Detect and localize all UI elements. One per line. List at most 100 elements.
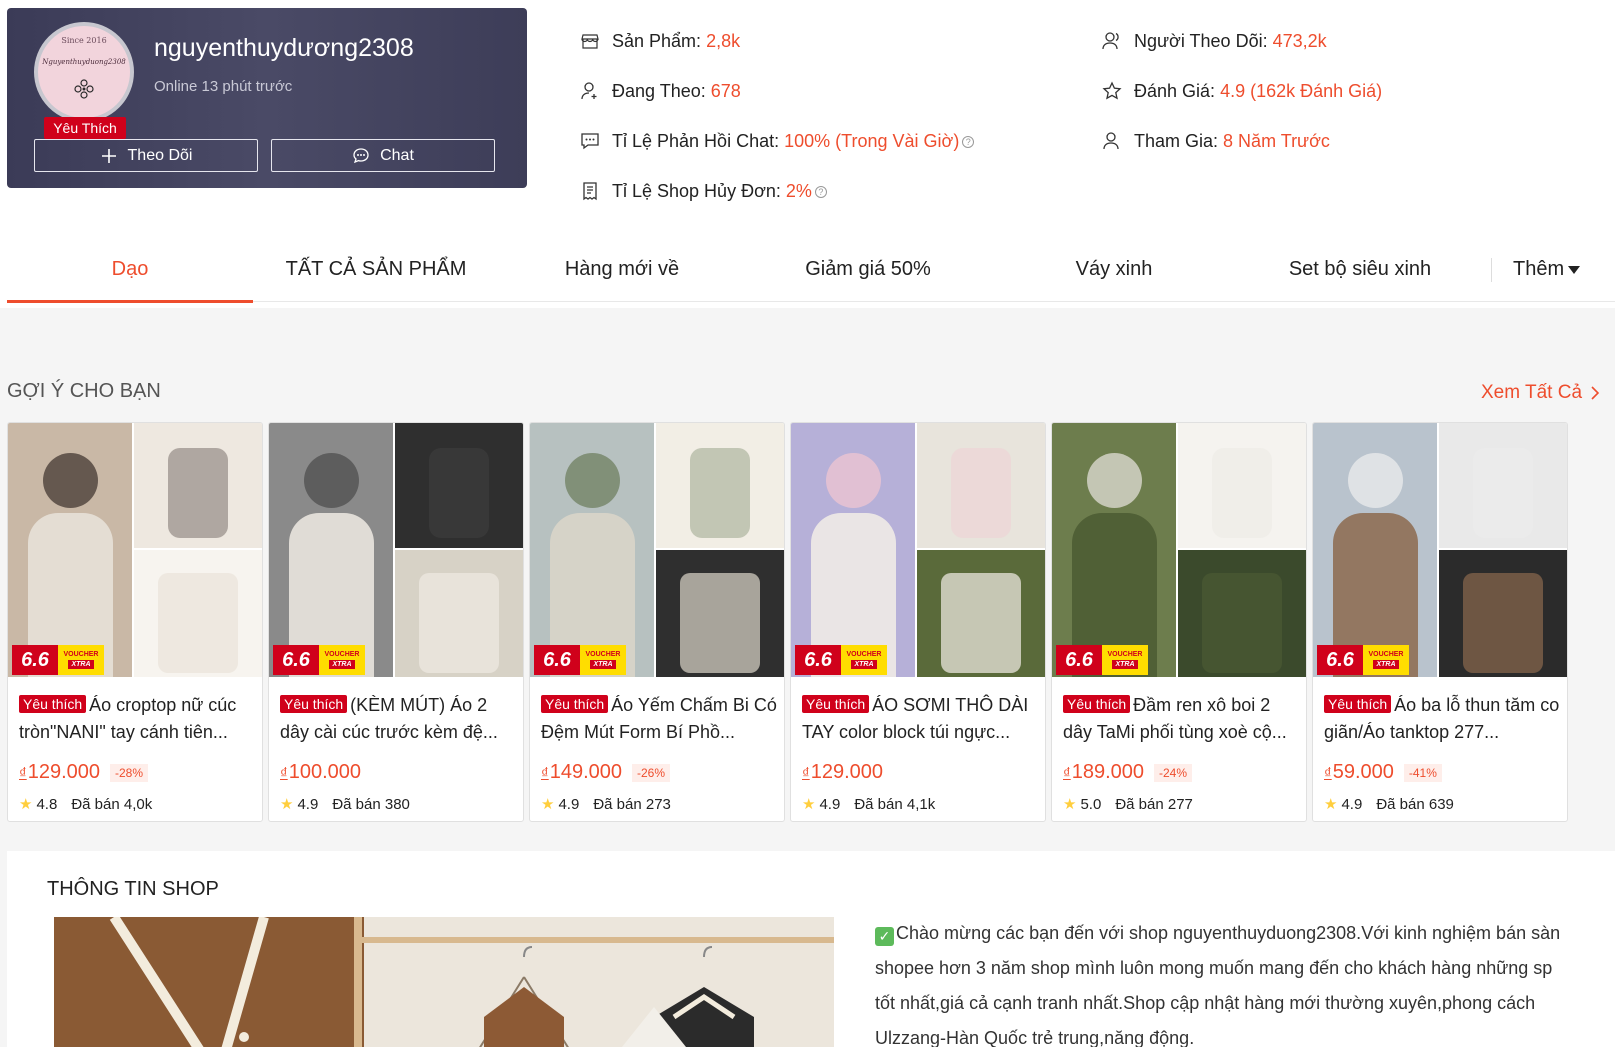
favorite-tag: Yêu thích [280, 695, 348, 713]
product-card[interactable]: 6.6 VOUCHER XTRA Yêu thích Áo croptop nữ … [7, 422, 263, 822]
stat-products-label: Sản Phẩm: [612, 30, 702, 51]
tab-more-label: Thêm [1513, 257, 1565, 280]
product-title: Yêu thích Áo Yếm Chấm Bi Có Đệm Mút Form … [541, 691, 777, 745]
shop-online-status: Online 13 phút trước [154, 78, 293, 95]
xtra-label: XTRA [1373, 660, 1399, 669]
price-value: 100.000 [288, 761, 361, 783]
promo-badge: 6.6 VOUCHER XTRA [534, 645, 626, 675]
voucher-xtra-badge: VOUCHER XTRA [580, 645, 626, 675]
price-value: 189.000 [1071, 761, 1144, 783]
discount-badge: -41% [1403, 763, 1442, 782]
follow-button[interactable]: Theo Dõi [34, 139, 258, 172]
tab-explore[interactable]: Dạo [7, 236, 253, 303]
plus-icon [101, 148, 116, 163]
avatar-name-text: Nguyenthuyduong2308 [42, 58, 126, 66]
promo-badge: 6.6 VOUCHER XTRA [12, 645, 104, 675]
chevron-right-icon [1591, 386, 1600, 400]
help-icon[interactable]: ? [814, 185, 827, 198]
product-title: Yêu thích ÁO SƠMI THÔ DÀI TAY color block… [802, 691, 1038, 745]
tab-all-products[interactable]: TẤT CẢ SẢN PHẨM [253, 236, 499, 302]
sold-prefix: Đã bán [332, 795, 381, 813]
sold-count: 4,1k [906, 795, 936, 813]
price-value: 59.000 [1332, 761, 1394, 783]
stat-followers-label: Người Theo Dõi: [1134, 30, 1268, 51]
stat-cancel-rate-label: Tỉ Lệ Shop Hủy Đơn: [612, 180, 781, 201]
shop-tabs: Dạo TẤT CẢ SẢN PHẨM Hàng mới về Giảm giá… [7, 236, 1615, 303]
chat-dots-icon [578, 129, 602, 153]
star-icon: ★ [541, 796, 555, 813]
product-sold: Đã bán 277 [1115, 796, 1193, 813]
product-image [1052, 423, 1306, 677]
chat-button[interactable]: Chat [271, 139, 495, 172]
star-icon: ★ [280, 796, 294, 813]
product-rating: 4.9 [297, 795, 319, 813]
sold-count: 639 [1428, 795, 1454, 813]
sold-count: 277 [1167, 795, 1193, 813]
product-image [791, 423, 1045, 677]
voucher-label: VOUCHER [63, 651, 99, 658]
sold-count: 380 [384, 795, 410, 813]
sold-count: 273 [645, 795, 671, 813]
product-meta: ★ 5.0 Đã bán 277 [1063, 795, 1193, 814]
promo-66-label: 6.6 [1317, 645, 1363, 675]
voucher-xtra-badge: VOUCHER XTRA [841, 645, 887, 675]
product-rating: 4.8 [36, 795, 58, 813]
product-card[interactable]: 6.6 VOUCHER XTRA Yêu thích Áo Yếm Chấm Bi… [529, 422, 785, 822]
product-card[interactable]: 6.6 VOUCHER XTRA Yêu thích Áo ba lỗ thun … [1312, 422, 1568, 822]
receipt-icon [578, 179, 602, 203]
product-card[interactable]: 6.6 VOUCHER XTRA Yêu thích (KÈM MÚT) Áo 2… [268, 422, 524, 822]
tab-sets[interactable]: Set bộ siêu xinh [1237, 236, 1483, 302]
suggestions-title: GỢI Ý CHO BẠN [7, 380, 161, 402]
stat-rating-label: Đánh Giá: [1134, 80, 1216, 101]
product-meta: ★ 4.9 Đã bán 639 [1324, 795, 1454, 814]
favorite-tag: Yêu thích [802, 695, 870, 713]
favorite-tag: Yêu thích [541, 695, 609, 713]
followers-icon [1100, 29, 1124, 53]
price-value: 129.000 [27, 761, 100, 783]
shop-header: Since 2016 Nguyenthuyduong2308 Yêu Thích… [0, 0, 1615, 308]
stat-rating: Đánh Giá: 4.9 (162k Đánh Giá) [1100, 66, 1382, 116]
shop-info-image [54, 917, 834, 1047]
stat-following: Đang Theo: 678 [578, 66, 974, 116]
chat-label: Chat [380, 146, 414, 164]
shop-avatar[interactable]: Since 2016 Nguyenthuyduong2308 Yêu Thích [34, 22, 138, 139]
sold-prefix: Đã bán [593, 795, 642, 813]
product-title: Yêu thích Đầm ren xô boi 2 dây TaMi phối … [1063, 691, 1299, 745]
user-check-icon [1100, 129, 1124, 153]
shop-info-description: ✓ Chào mừng các bạn đến với shop nguyenth… [875, 916, 1575, 1047]
tab-new-arrivals[interactable]: Hàng mới về [499, 236, 745, 302]
sold-prefix: Đã bán [1115, 795, 1164, 813]
flower-icon [74, 79, 94, 99]
voucher-xtra-badge: VOUCHER XTRA [1363, 645, 1409, 675]
product-meta: ★ 4.9 Đã bán 4,1k [802, 795, 936, 814]
promo-66-label: 6.6 [12, 645, 58, 675]
stat-following-label: Đang Theo: [612, 80, 706, 101]
see-all-link[interactable]: Xem Tất Cả [1481, 382, 1600, 404]
stat-products-value: 2,8k [706, 30, 741, 51]
tab-sale-50[interactable]: Giảm giá 50% [745, 236, 991, 302]
avatar: Since 2016 Nguyenthuyduong2308 [34, 22, 134, 122]
discount-badge: -26% [632, 763, 671, 782]
product-price: ₫100.000 [280, 761, 361, 784]
star-icon: ★ [802, 796, 816, 813]
see-all-label: Xem Tất Cả [1481, 382, 1583, 403]
product-card[interactable]: 6.6 VOUCHER XTRA Yêu thích Đầm ren xô boi… [1051, 422, 1307, 822]
product-price: ₫129.000 [802, 761, 883, 784]
xtra-label: XTRA [851, 660, 877, 669]
stat-cancel-rate: Tỉ Lệ Shop Hủy Đơn: 2%? [578, 166, 974, 216]
help-icon[interactable]: ? [962, 135, 975, 148]
stat-following-value: 678 [710, 80, 741, 101]
product-meta: ★ 4.9 Đã bán 273 [541, 795, 671, 814]
sold-prefix: Đã bán [854, 795, 903, 813]
discount-badge: -28% [110, 763, 149, 782]
voucher-label: VOUCHER [1107, 651, 1143, 658]
currency-symbol: ₫ [1063, 765, 1071, 782]
clothing-rack-photo [54, 917, 834, 1047]
product-card[interactable]: 6.6 VOUCHER XTRA Yêu thích ÁO SƠMI THÔ DÀ… [790, 422, 1046, 822]
tab-more-dropdown[interactable]: Thêm [1513, 236, 1581, 302]
stat-chat-rate-value: 100% (Trong Vài Giờ) [784, 130, 960, 151]
tab-dresses[interactable]: Váy xinh [991, 236, 1237, 302]
currency-symbol: ₫ [19, 765, 27, 782]
follow-label: Theo Dõi [127, 146, 193, 164]
product-title: Yêu thích (KÈM MÚT) Áo 2 dây cài cúc trướ… [280, 691, 516, 745]
